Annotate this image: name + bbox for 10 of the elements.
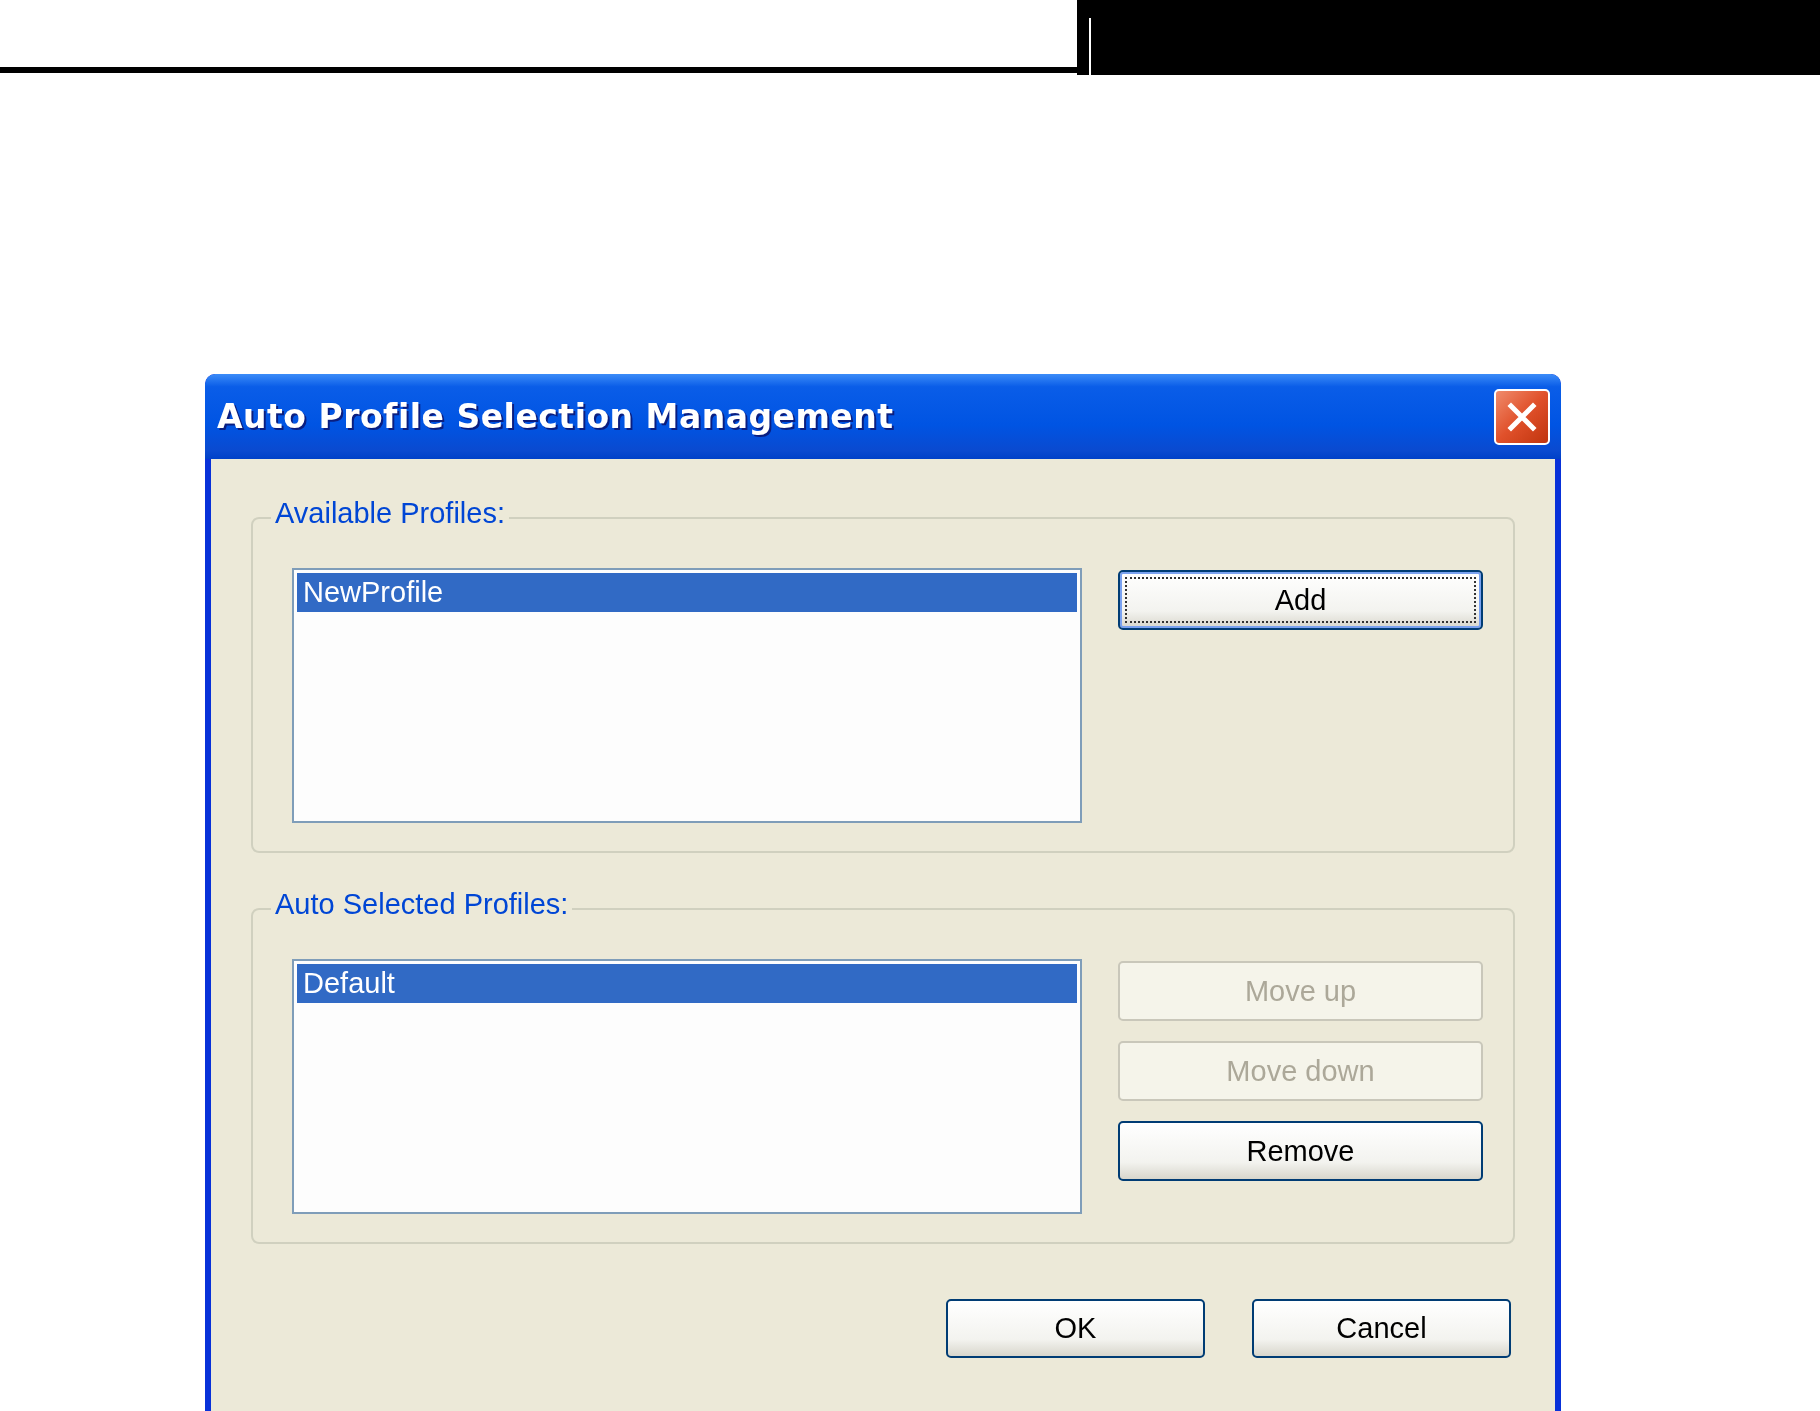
list-item[interactable]: NewProfile <box>297 573 1077 612</box>
close-button[interactable] <box>1494 388 1550 445</box>
dialog-button[interactable]: Cancel <box>1252 1299 1511 1358</box>
profile-list[interactable]: Default <box>292 959 1082 1214</box>
dialog-button[interactable]: Remove <box>1118 1121 1483 1181</box>
profile-list[interactable]: NewProfile <box>292 568 1082 823</box>
window-title: Auto Profile Selection Management <box>217 397 894 436</box>
dialog-button[interactable]: Add <box>1118 570 1483 630</box>
list-item[interactable]: Default <box>297 964 1077 1003</box>
dialog-button[interactable]: OK <box>946 1299 1205 1358</box>
